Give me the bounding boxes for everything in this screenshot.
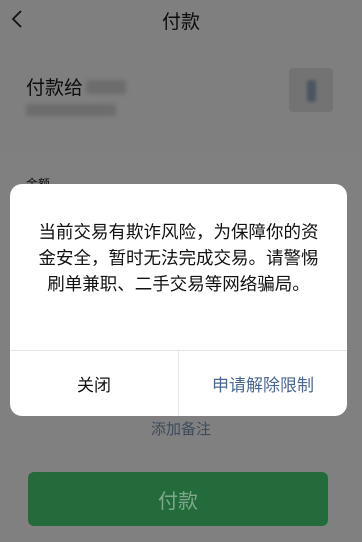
payee-name-redacted [86,80,126,94]
avatar-figure [307,80,316,102]
payee-label: 付款给 [26,77,84,99]
close-button[interactable]: 关闭 [10,351,178,416]
dialog-message: 当前交易有欺诈风险，为保障你的资金安全，暂时无法完成交易。请警惕刷单兼职、二手交… [38,223,319,295]
risk-alert-dialog: 当前交易有欺诈风险，为保障你的资金安全，暂时无法完成交易。请警惕刷单兼职、二手交… [10,184,347,416]
pay-button[interactable]: 付款 [28,472,328,526]
add-remark-link[interactable]: 添加备注 [0,418,362,439]
payee-account-redacted [26,104,116,116]
request-unlock-button[interactable]: 申请解除限制 [179,351,347,416]
page-title: 付款 [161,11,200,33]
top-bar: 付款 [0,0,362,40]
payee-avatar [289,68,333,112]
